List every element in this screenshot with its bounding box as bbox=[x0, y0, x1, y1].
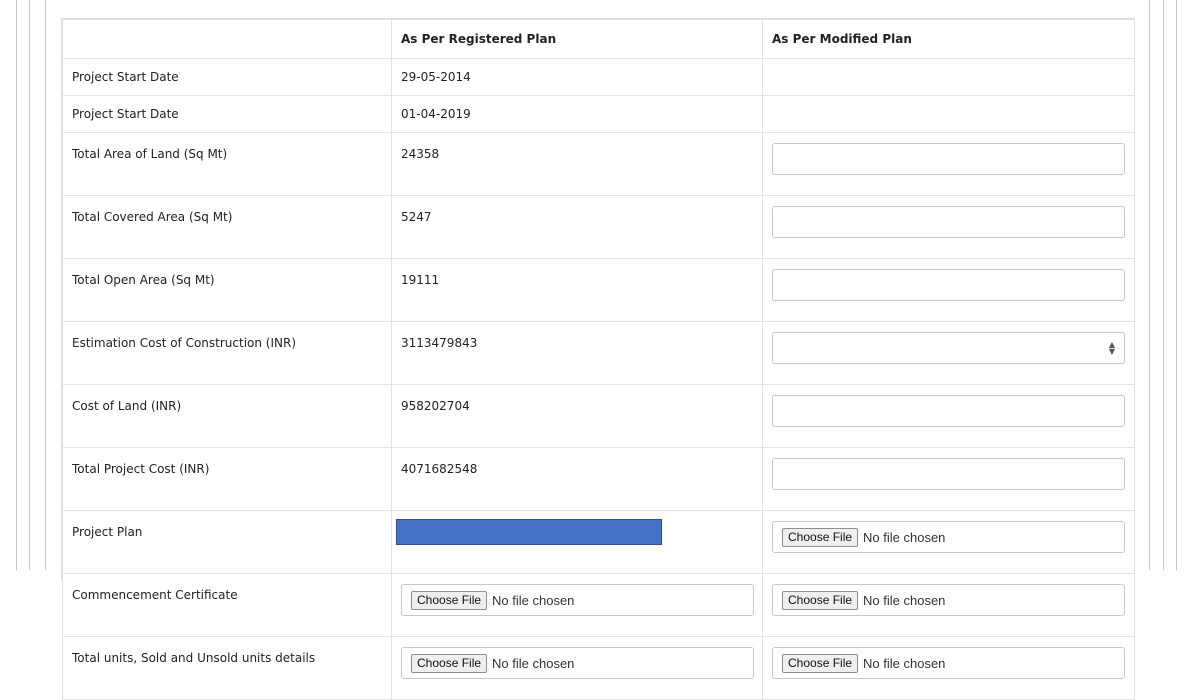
left-border-line-1 bbox=[16, 0, 17, 570]
row-label: Project Start Date bbox=[62, 95, 392, 133]
choose-file-button[interactable]: Choose File bbox=[411, 590, 488, 610]
choose-file-button[interactable]: Choose File bbox=[782, 590, 859, 610]
registered-value: 958202704 bbox=[391, 384, 763, 448]
row-label: Project Start Date bbox=[62, 58, 392, 96]
header-modified-plan: As Per Modified Plan bbox=[762, 19, 1135, 59]
commencement-modified-file-input[interactable]: Choose File No file chosen bbox=[772, 584, 1125, 616]
header-registered-plan: As Per Registered Plan bbox=[391, 19, 763, 59]
units-registered-file-input[interactable]: Choose File No file chosen bbox=[401, 647, 754, 679]
right-border-line-1 bbox=[1149, 0, 1150, 570]
registered-value: 01-04-2019 bbox=[391, 95, 763, 133]
plan-comparison-panel: As Per Registered Plan As Per Modified P… bbox=[61, 18, 1135, 700]
table-row: Project Start Date 01-04-2019 bbox=[62, 95, 1135, 133]
table-row: Cost of Land (INR) 958202704 bbox=[62, 384, 1135, 448]
estimation-cost-number-input[interactable]: ▲ ▼ bbox=[772, 332, 1125, 364]
table-header-row: As Per Registered Plan As Per Modified P… bbox=[62, 19, 1135, 59]
modified-empty-cell bbox=[762, 95, 1135, 133]
total-area-land-input[interactable] bbox=[772, 143, 1125, 175]
units-modified-file-input[interactable]: Choose File No file chosen bbox=[772, 647, 1125, 679]
right-border-line-3 bbox=[1176, 0, 1177, 570]
registered-value: 29-05-2014 bbox=[391, 58, 763, 96]
file-status: No file chosen bbox=[863, 592, 946, 608]
choose-file-button[interactable]: Choose File bbox=[411, 653, 488, 673]
modified-empty-cell bbox=[762, 58, 1135, 96]
up-down-arrows-icon[interactable]: ▲ ▼ bbox=[1108, 341, 1116, 356]
row-label: Total Covered Area (Sq Mt) bbox=[62, 195, 392, 259]
file-status: No file chosen bbox=[492, 655, 575, 671]
table-row: Estimation Cost of Construction (INR) 31… bbox=[62, 321, 1135, 385]
total-open-area-input[interactable] bbox=[772, 269, 1125, 301]
left-border-line-2 bbox=[29, 0, 30, 570]
row-label: Estimation Cost of Construction (INR) bbox=[62, 321, 392, 385]
registered-value: 4071682548 bbox=[391, 447, 763, 511]
table-row: Project Start Date 29-05-2014 bbox=[62, 58, 1135, 96]
choose-file-button[interactable]: Choose File bbox=[782, 527, 859, 547]
row-label: Cost of Land (INR) bbox=[62, 384, 392, 448]
table-row: Project Plan Choose File No file chosen bbox=[62, 510, 1135, 574]
total-covered-area-input[interactable] bbox=[772, 206, 1125, 238]
row-label: Total units, Sold and Unsold units detai… bbox=[62, 636, 392, 700]
header-blank bbox=[62, 19, 392, 59]
cost-of-land-input[interactable] bbox=[772, 395, 1125, 427]
table-row: Total Open Area (Sq Mt) 19111 bbox=[62, 258, 1135, 322]
row-label: Project Plan bbox=[62, 510, 392, 574]
table-row: Total Area of Land (Sq Mt) 24358 bbox=[62, 132, 1135, 196]
row-label: Total Open Area (Sq Mt) bbox=[62, 258, 392, 322]
left-border-line-3 bbox=[45, 0, 46, 570]
table-row: Total Covered Area (Sq Mt) 5247 bbox=[62, 195, 1135, 259]
registered-value: 3113479843 bbox=[391, 321, 763, 385]
table-row: Total units, Sold and Unsold units detai… bbox=[62, 636, 1135, 700]
registered-value: 5247 bbox=[391, 195, 763, 259]
file-status: No file chosen bbox=[863, 529, 946, 545]
registered-value: 24358 bbox=[391, 132, 763, 196]
table-row: Commencement Certificate Choose File No … bbox=[62, 573, 1135, 637]
file-status: No file chosen bbox=[863, 655, 946, 671]
plan-comparison-table: As Per Registered Plan As Per Modified P… bbox=[62, 19, 1135, 700]
commencement-registered-file-input[interactable]: Choose File No file chosen bbox=[401, 584, 754, 616]
right-border-line-2 bbox=[1163, 0, 1164, 570]
choose-file-button[interactable]: Choose File bbox=[782, 653, 859, 673]
row-label: Commencement Certificate bbox=[62, 573, 392, 637]
row-label: Total Area of Land (Sq Mt) bbox=[62, 132, 392, 196]
table-row: Total Project Cost (INR) 4071682548 bbox=[62, 447, 1135, 511]
row-label: Total Project Cost (INR) bbox=[62, 447, 392, 511]
redacted-block bbox=[396, 519, 662, 545]
registered-value: 19111 bbox=[391, 258, 763, 322]
file-status: No file chosen bbox=[492, 592, 575, 608]
total-project-cost-input[interactable] bbox=[772, 458, 1125, 490]
project-plan-modified-file-input[interactable]: Choose File No file chosen bbox=[772, 521, 1125, 553]
